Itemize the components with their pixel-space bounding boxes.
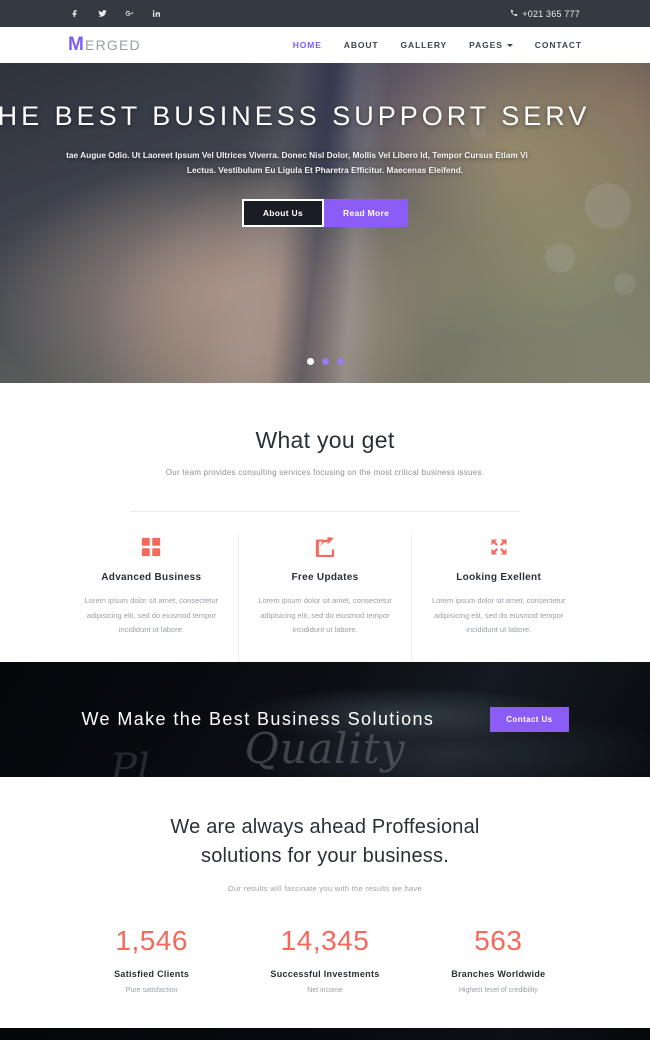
grid-squares-icon	[79, 534, 224, 560]
phone-text: +021 365 777	[522, 8, 580, 19]
stat-number: 14,345	[280, 924, 370, 956]
stat-note: Net income	[307, 986, 343, 994]
stats-list: 1,546 Satisfied Clients Pure satisfactio…	[65, 925, 585, 994]
hero-title: HE BEST BUSINESS SUPPORT SERV	[0, 101, 591, 131]
carousel-dot-1[interactable]	[306, 358, 314, 365]
feature-card: Free Updates Lorem ipsum dolor sit amet,…	[239, 534, 413, 662]
google-plus-icon[interactable]	[124, 8, 135, 19]
top-bar: +021 365 777	[0, 0, 650, 27]
carousel-dot-2[interactable]	[321, 358, 329, 365]
stats-subtitle: Our results will fascinate you with the …	[227, 883, 423, 893]
section-title: What you get	[255, 427, 395, 453]
cta-title: We Make the Best Business Solutions	[81, 708, 435, 729]
stat-number: 1,546	[115, 924, 188, 956]
carousel-dots	[0, 358, 650, 365]
feature-card: Advanced Business Lorem ipsum dolor sit …	[65, 534, 239, 662]
facebook-icon[interactable]	[70, 8, 81, 19]
social-links	[70, 8, 162, 19]
feature-title: Free Updates	[291, 572, 359, 583]
stat-item: 14,345 Successful Investments Net income	[238, 925, 411, 994]
feature-title: Advanced Business	[101, 572, 202, 583]
feature-card: Looking Exellent Lorem ipsum dolor sit a…	[412, 534, 585, 662]
phone-number[interactable]: +021 365 777	[510, 9, 580, 19]
nav-item-home[interactable]: HOME	[293, 40, 322, 50]
what-you-get-section: What you get Our team provides consultin…	[0, 383, 650, 662]
phone-icon	[510, 9, 518, 19]
stat-label: Successful Investments	[270, 968, 380, 979]
share-square-icon	[253, 534, 398, 560]
feature-text: Lorem ipsum dolor sit amet, consectetur …	[258, 596, 392, 635]
linkedin-icon[interactable]	[151, 8, 162, 19]
nav-pages-label: PAGES	[469, 40, 503, 50]
hero-subtitle-line1: tae Augue Odio. Ut Laoreet Ipsum Vel Ult…	[66, 150, 528, 160]
stat-note: Highest level of credibility	[458, 986, 538, 994]
nav-item-contact[interactable]: CONTACT	[535, 40, 582, 50]
stats-section: We are always ahead Proffesional solutio…	[0, 776, 650, 994]
twitter-icon[interactable]	[97, 8, 108, 19]
stat-item: 1,546 Satisfied Clients Pure satisfactio…	[65, 925, 238, 994]
chevron-down-icon	[506, 44, 513, 48]
section-subtitle: Our team provides consulting services fo…	[165, 468, 485, 477]
carousel-dot-3[interactable]	[336, 358, 344, 365]
expand-arrows-icon	[426, 534, 571, 560]
feature-title: Looking Exellent	[456, 572, 542, 583]
stats-title: We are always ahead Proffesional solutio…	[0, 813, 650, 871]
main-navbar: MERGED HOME ABOUT GALLERY PAGES CONTACT	[0, 27, 650, 63]
contact-us-button[interactable]: Contact Us	[490, 706, 569, 732]
cta-banner: Pl Quality We Make the Best Business Sol…	[0, 661, 650, 777]
stat-number: 563	[474, 924, 523, 956]
site-logo[interactable]: MERGED	[68, 34, 141, 56]
nav-links: HOME ABOUT GALLERY PAGES CONTACT	[293, 40, 582, 50]
services-background-image	[0, 1027, 650, 1040]
stat-label: Satisfied Clients	[114, 968, 190, 979]
about-us-button[interactable]: About Us	[241, 199, 325, 228]
stats-title-line2: solutions for your business.	[201, 844, 449, 867]
nav-item-gallery[interactable]: GALLERY	[401, 40, 448, 50]
nav-item-about[interactable]: ABOUT	[344, 40, 379, 50]
read-more-button[interactable]: Read More	[324, 199, 409, 228]
stat-item: 563 Branches Worldwide Highest level of …	[412, 925, 585, 994]
stat-note: Pure satisfaction	[125, 986, 178, 994]
stat-label: Branches Worldwide	[451, 968, 546, 979]
hero-carousel: HE BEST BUSINESS SUPPORT SERV tae Augue …	[0, 63, 650, 383]
feature-text: Lorem ipsum dolor sit amet, consectetur …	[84, 596, 219, 635]
stats-title-line1: We are always ahead Proffesional	[170, 815, 480, 838]
logo-rest: ERGED	[85, 37, 141, 53]
logo-initial: M	[68, 34, 86, 55]
services-section: Our Main Services	[0, 1027, 650, 1040]
feature-text: Lorem ipsum dolor sit amet, consectetur …	[431, 596, 566, 635]
hero-buttons: About Us Read More	[0, 199, 650, 228]
cta-bg-word-secondary: Pl	[110, 745, 150, 777]
hero-subtitle-line2: Lectus. Vestibulum Eu Ligula Et Pharetra…	[186, 164, 464, 175]
nav-item-pages[interactable]: PAGES	[469, 40, 513, 50]
feature-list: Advanced Business Lorem ipsum dolor sit …	[65, 512, 585, 662]
